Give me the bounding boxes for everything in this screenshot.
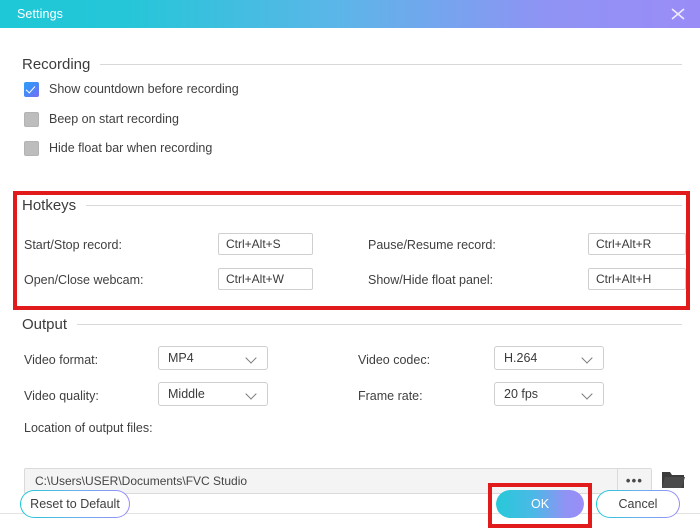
section-header-recording: Recording [22,55,682,73]
input-pause-resume-record[interactable] [588,233,686,255]
section-title-hotkeys: Hotkeys [22,196,77,214]
dropdown-video-codec[interactable]: H.264 [494,346,604,370]
dropdown-value-frame-rate: 20 fps [504,387,539,401]
checkbox-beep-on-start[interactable] [24,111,39,127]
checkbox-row-hide-float-bar[interactable]: Hide float bar when recording [24,139,212,157]
section-rule [100,63,682,65]
window-title: Settings [17,7,63,21]
ellipsis-icon: ••• [625,473,644,488]
label-start-stop-record: Start/Stop record: [24,238,122,252]
chevron-down-icon [583,390,594,397]
checkbox-show-countdown[interactable] [24,81,39,97]
folder-icon[interactable] [660,468,686,492]
section-rule [77,323,682,325]
title-bar: Settings [0,0,700,28]
ok-button[interactable]: OK [496,490,584,518]
chevron-down-icon [583,354,594,361]
settings-dialog: Settings Recording Show countdown before… [0,0,700,531]
dropdown-video-quality[interactable]: Middle [158,382,268,406]
label-location-of-output-files: Location of output files: [24,421,153,435]
section-title-output: Output [22,315,68,333]
input-open-close-webcam[interactable] [218,268,313,290]
cancel-button[interactable]: Cancel [596,490,680,518]
label-frame-rate: Frame rate: [358,389,423,403]
chevron-down-icon [247,390,258,397]
section-title-recording: Recording [22,55,91,73]
dropdown-value-video-quality: Middle [168,387,205,401]
section-header-hotkeys: Hotkeys [22,196,682,214]
label-open-close-webcam: Open/Close webcam: [24,273,144,287]
input-show-hide-float-panel[interactable] [588,268,686,290]
checkbox-label-beep-on-start: Beep on start recording [49,112,179,126]
close-icon[interactable] [668,5,688,23]
dropdown-frame-rate[interactable]: 20 fps [494,382,604,406]
label-video-format: Video format: [24,353,99,367]
checkbox-row-beep-on-start[interactable]: Beep on start recording [24,110,179,128]
reset-to-default-button[interactable]: Reset to Default [20,490,130,518]
section-header-output: Output [22,315,682,333]
dropdown-value-video-codec: H.264 [504,351,538,365]
checkbox-row-show-countdown[interactable]: Show countdown before recording [24,80,239,98]
dropdown-video-format[interactable]: MP4 [158,346,268,370]
label-show-hide-float-panel: Show/Hide float panel: [368,273,494,287]
label-video-codec: Video codec: [358,353,431,367]
label-video-quality: Video quality: [24,389,99,403]
dialog-body: Recording Show countdown before recordin… [0,28,700,531]
checkbox-hide-float-bar[interactable] [24,140,39,156]
label-pause-resume-record: Pause/Resume record: [368,238,496,252]
checkbox-label-hide-float-bar: Hide float bar when recording [49,141,213,155]
section-rule [86,204,682,206]
checkbox-label-show-countdown: Show countdown before recording [49,82,239,96]
input-start-stop-record[interactable] [218,233,313,255]
chevron-down-icon [247,354,258,361]
dropdown-value-video-format: MP4 [168,351,194,365]
